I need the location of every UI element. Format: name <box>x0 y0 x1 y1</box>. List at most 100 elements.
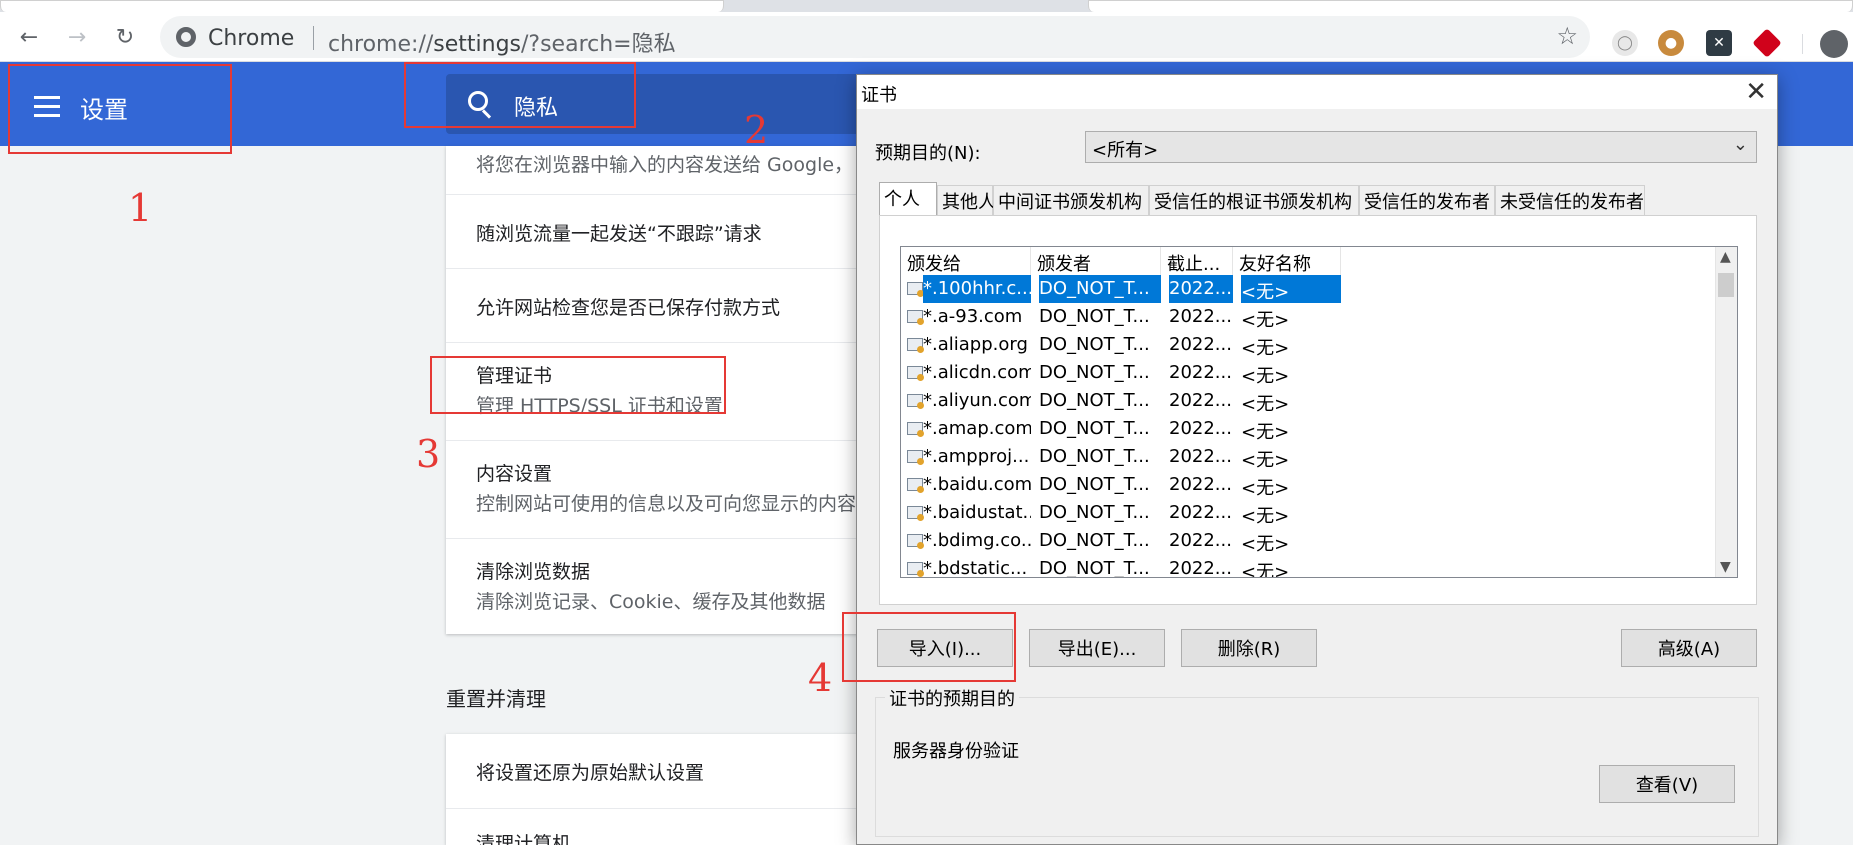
certificate-purposes-text: 服务器身份验证 <box>893 741 1019 762</box>
table-row[interactable]: *.aliyun.com DO_NOT_T... 2022... <无> <box>901 387 1721 415</box>
address-bar[interactable]: Chrome chrome://settings/?search=隐私 ☆ <box>160 16 1590 58</box>
table-row[interactable]: *.baidu.com DO_NOT_T... 2022... <无> <box>901 471 1721 499</box>
table-row[interactable]: *.100hhr.c... DO_NOT_T... 2022... <无> <box>901 275 1721 303</box>
scroll-thumb[interactable] <box>1718 273 1734 297</box>
extension-x-icon[interactable]: ✕ <box>1706 30 1732 56</box>
table-cell: *.aliyun.com <box>923 390 1031 411</box>
setting-title: 允许网站检查您是否已保存付款方式 <box>476 297 781 319</box>
setting-row[interactable]: 随浏览流量一起发送“不跟踪”请求 <box>446 194 866 268</box>
profile-avatar-icon[interactable] <box>1820 30 1848 58</box>
scroll-down-icon[interactable]: ▼ <box>1720 559 1731 575</box>
annotation-number: 4 <box>808 656 833 700</box>
table-row[interactable]: *.alicdn.com DO_NOT_T... 2022... <无> <box>901 359 1721 387</box>
tab-panel: 颁发给 颁发者 截止... 友好名称 *.100hhr.c... DO_NOT_T… <box>879 215 1757 605</box>
setting-title: 随浏览流量一起发送“不跟踪”请求 <box>476 223 762 245</box>
table-row[interactable]: *.a-93.com DO_NOT_T... 2022... <无> <box>901 303 1721 331</box>
annotation-box-2 <box>404 62 636 128</box>
certificate-list[interactable]: 颁发给 颁发者 截止... 友好名称 *.100hhr.c... DO_NOT_T… <box>900 246 1738 578</box>
table-cell: DO_NOT_T... <box>1039 362 1150 383</box>
column-expiration[interactable]: 截止... <box>1161 247 1233 275</box>
forward-button[interactable]: → <box>62 22 92 52</box>
certificate-purposes-legend: 证书的预期目的 <box>885 685 1019 711</box>
toolbar-separator <box>1802 34 1803 54</box>
table-row[interactable]: *.bdstatic... DO_NOT_T... 2022... <无> <box>901 555 1721 578</box>
export-button[interactable]: 导出(E)... <box>1029 629 1165 667</box>
table-row[interactable]: *.amap.com DO_NOT_T... 2022... <无> <box>901 415 1721 443</box>
extension-opera-icon[interactable]: ◯ <box>1612 30 1638 56</box>
url-text[interactable]: chrome://settings/?search=隐私 <box>328 26 676 58</box>
setting-row[interactable]: 将您在浏览器中输入的内容发送给 Google， <box>446 146 866 194</box>
table-cell: *.aliapp.org <box>923 334 1028 355</box>
certificate-icon <box>907 450 924 465</box>
browser-tab[interactable] <box>1088 0 1853 12</box>
reset-section-title: 重置并清理 <box>446 687 546 711</box>
back-button[interactable]: ← <box>14 22 44 52</box>
table-cell: 2022... <box>1169 558 1232 578</box>
url-scheme: chrome:// <box>328 32 434 57</box>
content-settings-row[interactable]: 内容设置 控制网站可使用的信息以及可向您显示的内容 <box>446 440 866 538</box>
browser-toolbar: ← → ↻ Chrome chrome://settings/?search=隐… <box>0 12 1853 62</box>
purpose-label: 预期目的(N): <box>875 143 981 164</box>
table-row[interactable]: *.baidustat... DO_NOT_T... 2022... <无> <box>901 499 1721 527</box>
delete-button[interactable]: 删除(R) <box>1181 629 1317 667</box>
tab-other-people[interactable]: 其他人 <box>937 185 996 215</box>
reset-defaults-row[interactable]: 将设置还原为原始默认设置 <box>446 734 866 808</box>
list-scrollbar[interactable]: ▲ ▼ <box>1715 247 1737 577</box>
annotation-box-4 <box>842 612 1016 682</box>
tab-untrusted-publishers[interactable]: 未受信任的发布者 <box>1495 185 1645 215</box>
certificate-icon <box>907 562 924 577</box>
annotation-number: 3 <box>416 432 441 476</box>
annotation-number: 2 <box>744 108 769 152</box>
tab-strip <box>0 0 1853 12</box>
tab-trusted-publishers[interactable]: 受信任的发布者 <box>1359 185 1495 215</box>
table-cell: *.a-93.com <box>923 306 1023 327</box>
table-cell: <无> <box>1241 506 1290 527</box>
setting-title: 内容设置 <box>476 463 553 485</box>
certificate-icon <box>907 366 924 381</box>
dialog-title: 证书 <box>861 85 897 106</box>
table-cell: 2022... <box>1169 275 1233 303</box>
certificate-icon <box>907 478 924 493</box>
certificate-dialog: 证书 ✕ 预期目的(N): <所有> ⌄ 个人 其他人 中间证书颁发机构 受信任… <box>856 74 1778 845</box>
extension-cookie-icon[interactable]: ● <box>1658 30 1684 56</box>
table-cell: 2022... <box>1169 474 1232 495</box>
advanced-button[interactable]: 高级(A) <box>1621 629 1757 667</box>
table-cell: *.baidu.com <box>923 474 1031 495</box>
purpose-select[interactable]: <所有> ⌄ <box>1085 131 1757 163</box>
cleanup-computer-row[interactable]: 清理计算机 <box>446 808 866 845</box>
table-cell: *.ampproj... <box>923 446 1030 467</box>
extension-diamond-icon[interactable] <box>1752 28 1782 58</box>
tab-personal[interactable]: 个人 <box>879 182 937 216</box>
annotation-box-1 <box>8 64 232 154</box>
table-row[interactable]: *.bdimg.co... DO_NOT_T... 2022... <无> <box>901 527 1721 555</box>
chrome-icon <box>176 27 196 47</box>
column-issued-to[interactable]: 颁发给 <box>901 247 1031 275</box>
table-cell: *.alicdn.com <box>923 362 1031 383</box>
table-cell: <无> <box>1241 422 1290 443</box>
table-row[interactable]: *.aliapp.org DO_NOT_T... 2022... <无> <box>901 331 1721 359</box>
column-issued-by[interactable]: 颁发者 <box>1031 247 1161 275</box>
browser-tab[interactable] <box>0 0 724 12</box>
table-cell: 2022... <box>1169 530 1232 551</box>
table-cell: DO_NOT_T... <box>1039 530 1150 551</box>
certificate-icon <box>907 282 924 297</box>
clear-browsing-data-row[interactable]: 清除浏览数据 清除浏览记录、Cookie、缓存及其他数据 <box>446 538 866 634</box>
table-row[interactable]: *.ampproj... DO_NOT_T... 2022... <无> <box>901 443 1721 471</box>
bookmark-star-icon[interactable]: ☆ <box>1556 22 1578 50</box>
annotation-box-3 <box>430 356 726 414</box>
reload-button[interactable]: ↻ <box>110 22 140 52</box>
table-cell: DO_NOT_T... <box>1039 474 1150 495</box>
omnibox-divider <box>313 26 314 50</box>
view-button[interactable]: 查看(V) <box>1599 765 1735 803</box>
list-header: 颁发给 颁发者 截止... 友好名称 <box>901 247 1721 275</box>
scroll-up-icon[interactable]: ▲ <box>1720 249 1731 265</box>
table-cell: *.amap.com <box>923 418 1031 439</box>
table-cell: DO_NOT_T... <box>1039 418 1150 439</box>
table-cell: DO_NOT_T... <box>1039 502 1150 523</box>
tab-intermediate-ca[interactable]: 中间证书颁发机构 <box>993 185 1149 215</box>
close-icon[interactable]: ✕ <box>1745 77 1767 107</box>
column-friendly-name[interactable]: 友好名称 <box>1233 247 1341 275</box>
certificate-icon <box>907 422 924 437</box>
tab-trusted-root-ca[interactable]: 受信任的根证书颁发机构 <box>1149 185 1359 215</box>
setting-row[interactable]: 允许网站检查您是否已保存付款方式 <box>446 268 866 342</box>
